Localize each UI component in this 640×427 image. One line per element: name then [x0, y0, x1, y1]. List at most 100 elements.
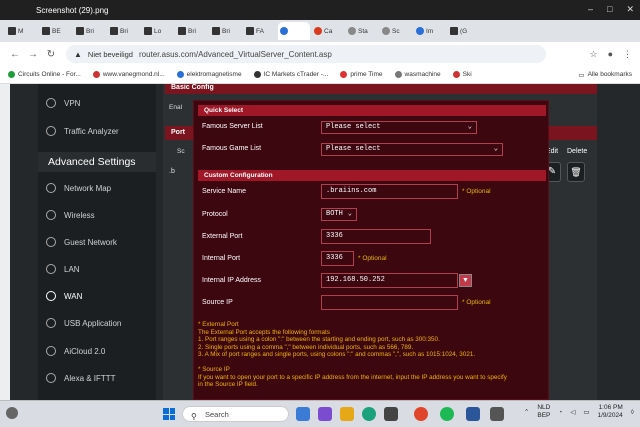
reload-icon[interactable]: ↻ — [44, 49, 58, 60]
note-line: The External Port accepts the following … — [198, 328, 330, 336]
sidebar-item-alexa-ifttt[interactable]: Alexa & IFTTT — [46, 373, 116, 383]
protocol-select[interactable]: BOTH ⌄ — [321, 208, 357, 221]
internal-port-optional: * Optional — [358, 255, 387, 262]
omnibox[interactable]: ▲ Niet beveiligd router.asus.com/Advance… — [66, 45, 546, 63]
browser-tab[interactable]: FA — [244, 22, 276, 40]
internal-ip-input[interactable]: 192.168.50.252 — [321, 273, 458, 288]
bookmarks-bar: Circuits Online - For... www.vanegmond.n… — [0, 66, 640, 84]
browser-tab[interactable]: Bri — [210, 22, 242, 40]
all-bookmarks[interactable]: ▭ Alle bookmarks — [578, 71, 632, 79]
forward-icon[interactable]: → — [26, 49, 40, 60]
spotify-icon[interactable] — [440, 407, 454, 421]
security-label[interactable]: Niet beveiligd — [88, 50, 133, 59]
clock[interactable]: 1:06 PM 1/9/2024 — [597, 404, 622, 420]
browser-tab[interactable]: Im — [414, 22, 446, 40]
language-indicator[interactable]: NLD BEP — [537, 404, 550, 420]
chrome-icon[interactable] — [414, 407, 428, 421]
volume-icon[interactable]: ◁ — [570, 408, 575, 416]
windows-start-icon[interactable] — [163, 408, 175, 420]
bookmark-item[interactable]: wasmachine — [394, 71, 441, 78]
browser-tab[interactable]: M — [6, 22, 38, 40]
windows-taskbar: ⚲ Search ⌃ NLD BEP ◔ ◁ ▭ 1:06 PM 1/9/2024 ◊ — [0, 400, 640, 427]
url-text[interactable]: router.asus.com/Advanced_VirtualServer_C… — [139, 50, 332, 59]
edge-icon[interactable] — [362, 407, 376, 421]
task-view-icon[interactable] — [296, 407, 310, 421]
browser-tab[interactable]: Sc — [380, 22, 412, 40]
notification-bell-icon[interactable]: ◊ — [631, 409, 634, 416]
bookmark-item[interactable]: www.vanegmond.nl... — [92, 71, 165, 78]
sidebar-item-traffic-analyzer[interactable]: Traffic Analyzer — [46, 126, 119, 136]
internal-port-input[interactable]: 3336 — [321, 251, 354, 266]
taskbar-search[interactable]: ⚲ Search — [182, 406, 289, 422]
profile-avatar[interactable]: ● — [608, 49, 613, 60]
bookmark-item[interactable]: Ski — [452, 71, 472, 78]
battery-icon[interactable]: ▭ — [583, 408, 589, 416]
browser-tab[interactable]: Ca — [312, 22, 344, 40]
service-column-header: Sc — [177, 148, 185, 155]
chevron-up-icon[interactable]: ⌃ — [524, 408, 529, 416]
tab-favicon-icon — [348, 27, 356, 35]
sidebar-item-vpn[interactable]: VPN — [46, 98, 80, 108]
sidebar-item-network-map[interactable]: Network Map — [46, 183, 111, 193]
bookmark-item[interactable]: elektromagnetisme — [176, 71, 242, 78]
sidebar-item-wireless[interactable]: Wireless — [46, 210, 95, 220]
browser-tab[interactable]: Bri — [108, 22, 140, 40]
file-explorer-icon[interactable] — [340, 407, 354, 421]
browser-tab[interactable]: Sta — [346, 22, 378, 40]
famous-server-select[interactable]: Please select ⌄ — [321, 121, 477, 134]
bookmark-favicon-icon — [340, 71, 348, 78]
wan-icon — [46, 291, 56, 301]
sidebar-item-usb-application[interactable]: USB Application — [46, 318, 121, 328]
browser-tab[interactable]: BE — [40, 22, 72, 40]
quick-select-header: Quick Select — [198, 105, 546, 116]
chat-icon[interactable] — [318, 407, 332, 421]
lan-icon — [46, 264, 56, 274]
bookmark-favicon-icon — [253, 71, 261, 78]
sidebar-item-wan[interactable]: WAN — [46, 291, 82, 301]
left-window-edge — [0, 84, 10, 400]
menu-icon[interactable]: ⋮ — [623, 49, 632, 60]
bookmark-star-icon[interactable]: ☆ — [589, 49, 597, 60]
browser-tab[interactable]: Bri — [176, 22, 208, 40]
bookmark-favicon-icon — [8, 71, 15, 78]
browser-tab[interactable]: Lo — [142, 22, 174, 40]
router-page: VPN Traffic Analyzer Advanced Settings N… — [0, 84, 640, 400]
wifi-icon[interactable]: ◔ — [558, 409, 562, 416]
port-forward-edit-dialog: Quick Select Famous Server List Please s… — [193, 100, 549, 400]
minimize-icon[interactable]: – — [588, 4, 593, 15]
internal-ip-label: Internal IP Address — [202, 277, 262, 284]
sidebar-item-guest-network[interactable]: Guest Network — [46, 237, 117, 247]
viewer-title-bar: Screenshot (29).png – □ ✕ — [0, 0, 640, 20]
browser-tab[interactable]: Bri — [74, 22, 106, 40]
maximize-icon[interactable]: □ — [607, 4, 612, 15]
rule-row-service: .b — [169, 168, 175, 175]
delete-column-header: Delete — [567, 148, 588, 155]
famous-game-select[interactable]: Please select ⌄ — [321, 143, 503, 156]
bookmark-item[interactable]: prime Time — [340, 71, 383, 78]
sidebar-item-lan[interactable]: LAN — [46, 264, 80, 274]
browser-tab-active[interactable] — [278, 22, 310, 40]
widgets-icon[interactable] — [6, 407, 18, 419]
delete-trash-icon[interactable]: 🗑 — [567, 162, 585, 182]
external-port-input[interactable]: 3336 — [321, 229, 431, 244]
warning-icon[interactable]: ▲ — [74, 50, 82, 59]
close-icon[interactable]: ✕ — [626, 4, 634, 15]
source-ip-label: Source IP — [202, 299, 233, 306]
basic-config-header: Basic Config — [165, 84, 597, 94]
app-icon[interactable] — [490, 407, 504, 421]
note-line: in the Source IP field. — [198, 381, 258, 389]
browser-tab[interactable]: (G — [448, 22, 480, 40]
service-name-input[interactable]: .braiins.com — [321, 184, 458, 199]
asus-favicon-icon — [280, 27, 288, 35]
bookmark-item[interactable]: Circuits Online - For... — [8, 71, 81, 78]
source-ip-input[interactable] — [321, 295, 458, 310]
network-map-icon — [46, 183, 56, 193]
sidebar-item-aicloud[interactable]: AiCloud 2.0 — [46, 346, 105, 356]
word-icon[interactable] — [466, 407, 480, 421]
tab-favicon-icon — [8, 27, 16, 35]
store-icon[interactable] — [384, 407, 398, 421]
ip-dropdown-icon[interactable]: ▼ — [459, 274, 472, 287]
back-icon[interactable]: ← — [8, 49, 22, 60]
source-ip-optional: * Optional — [462, 299, 491, 306]
bookmark-item[interactable]: IC Markets cTrader -... — [253, 71, 328, 78]
